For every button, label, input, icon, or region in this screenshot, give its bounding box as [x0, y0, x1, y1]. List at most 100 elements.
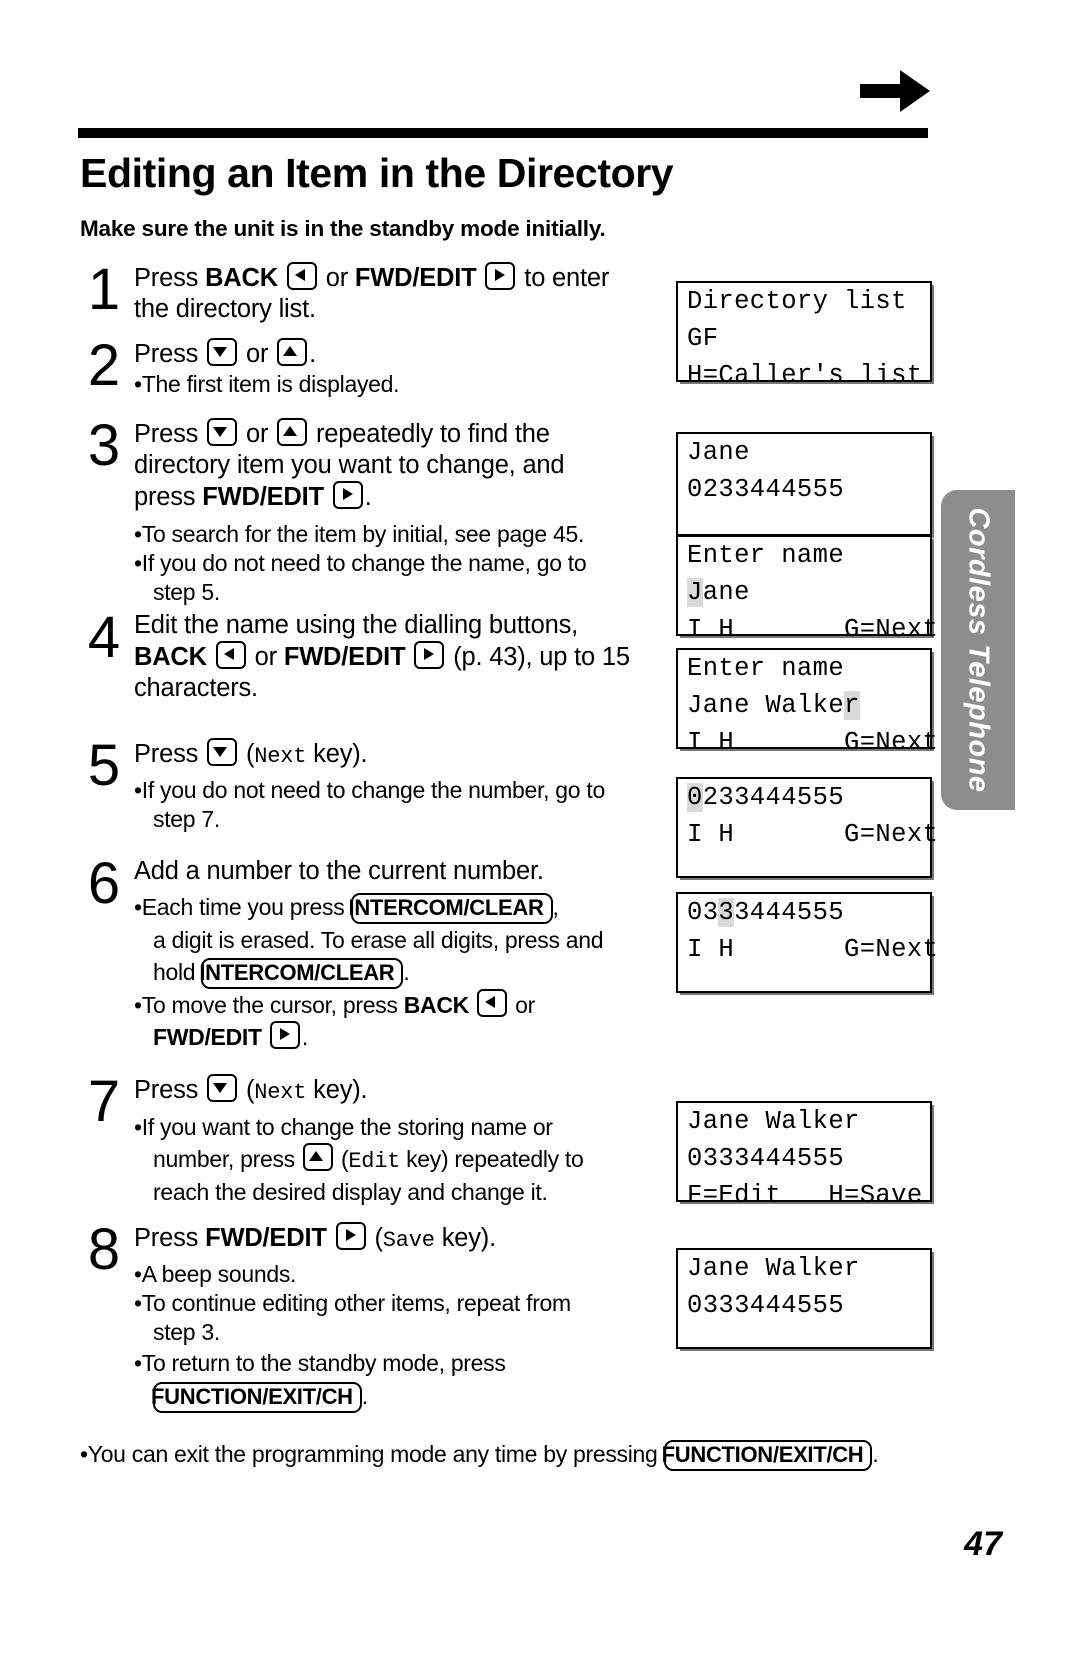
text: or [247, 643, 284, 671]
text: ( [239, 1076, 255, 1104]
cursor-char: 0 [687, 783, 703, 812]
text: A beep sounds. [141, 1261, 297, 1287]
step-1-line-1: Press BACK or FWD/EDIT to enter [134, 262, 668, 294]
lcd-row: I H G=Next [687, 820, 939, 849]
text: . [361, 1383, 368, 1409]
step-3-line-2: directory item you want to change, and [134, 451, 565, 479]
lcd-row-cursor: 0333444555 [678, 894, 930, 931]
step-6-number: 6 [87, 851, 121, 916]
lcd-display-6: 0333444555 I H G=Next [676, 892, 939, 993]
save-key-name: Save [382, 1228, 435, 1253]
cursor-char: r [844, 691, 860, 720]
side-tab-label: Cordless Telephone [962, 507, 995, 793]
step-4-line-1: Edit the name using the dialling buttons… [134, 611, 579, 639]
text: or [318, 264, 355, 292]
text: To return to the standby mode, press [141, 1350, 506, 1376]
steps-column: 1 Press BACK or FWD/EDIT to enter the di… [78, 260, 668, 1413]
text: a digit is erased. To erase all digits, … [153, 927, 604, 953]
back-key-label: BACK [134, 643, 207, 671]
function-exit-ch-key: FUNCTION/EXIT/CH [662, 1440, 873, 1471]
text: 233444555 [702, 783, 845, 812]
text: . [301, 1024, 308, 1050]
text: step 3. [153, 1319, 220, 1345]
lcd-display-3: Enter name Jane I H G=Next [676, 535, 938, 644]
text: or [239, 340, 276, 368]
step-7: 7 Press (Next key). •If you want to chan… [78, 1069, 668, 1222]
right-arrow-key-icon [332, 481, 363, 509]
step-7-number: 7 [87, 1069, 121, 1134]
step-8-bullet-2: •To continue editing other items, repeat… [134, 1290, 571, 1345]
step-2: 2 Press or . •The first item is displaye… [78, 333, 668, 418]
text: To continue editing other items, repeat … [141, 1290, 571, 1316]
fwd-edit-key-label: FWD/EDIT [354, 264, 477, 292]
lcd-row: 0333444555 [687, 1144, 845, 1173]
step-5: 5 Press (Next key). •If you do not need … [78, 736, 668, 856]
text: Jane Walke [687, 691, 845, 720]
step-5-line-1: Press (Next key). [134, 738, 668, 772]
lcd-display-7: Jane Walker 0333444555 F=Edit H=Save [676, 1101, 932, 1210]
step-3-number: 3 [87, 413, 121, 478]
text: Press [134, 740, 206, 768]
text: or [239, 420, 276, 448]
step-3-line-3: press FWD/EDIT . [134, 481, 668, 513]
back-key-label: BACK [205, 264, 278, 292]
step-6-bullet-2: •To move the cursor, press BACK or FWD/ED… [134, 989, 668, 1053]
step-6: 6 Add a number to the current number. •E… [78, 851, 668, 1074]
intercom-clear-key: INTERCOM/CLEAR [199, 958, 404, 989]
text: Press [134, 420, 206, 448]
text: . [403, 959, 410, 985]
step-4-line-2: BACK or FWD/EDIT (p. 43), up to 15 [134, 641, 668, 673]
up-arrow-key-icon [302, 1143, 333, 1171]
right-arrow-key-icon [414, 641, 445, 669]
lcd-row: GF [687, 324, 719, 353]
down-arrow-key-icon [207, 1074, 238, 1102]
side-tab: Cordless Telephone [941, 490, 1015, 810]
lcd-row: Jane Walker [687, 1107, 860, 1136]
text: . [364, 483, 372, 511]
step-8: 8 Press FWD/EDIT (Save key). •A beep sou… [78, 1217, 668, 1413]
lcd-row: Enter name [687, 654, 845, 683]
step-3-bullet-1: •To search for the item by initial, see … [134, 521, 585, 547]
text: You can exit the programming mode any ti… [87, 1441, 664, 1467]
fwd-edit-key-label: FWD/EDIT [153, 1024, 262, 1050]
lcd-row: 0233444555 [687, 475, 845, 504]
step-8-bullet-3: •To return to the standby mode, press FUN… [134, 1347, 668, 1413]
step-1: 1 Press BACK or FWD/EDIT to enter the di… [78, 260, 668, 338]
step-4: 4 Edit the name using the dialling butto… [78, 605, 668, 738]
text: ( [367, 1224, 383, 1252]
text: or [509, 992, 535, 1018]
text: Press [134, 1076, 206, 1104]
right-arrow-key-icon [485, 262, 516, 290]
down-arrow-key-icon [207, 418, 238, 446]
right-arrow-key-icon [335, 1222, 366, 1250]
text: ane [702, 578, 750, 607]
page-title: Editing an Item in the Directory [80, 150, 674, 196]
step-3-bullet-2: •If you do not need to change the name, … [134, 550, 587, 605]
step-7-bullet-1: •If you want to change the storing name … [134, 1114, 584, 1205]
lcd-row: I H G=Next [687, 935, 939, 964]
text: key). [306, 740, 368, 768]
fwd-edit-key-label: FWD/EDIT [283, 643, 406, 671]
lcd-row-cursor: 0233444555 [678, 779, 930, 816]
down-arrow-key-icon [207, 338, 238, 366]
right-arrow-key-icon [269, 1021, 300, 1049]
intercom-clear-key: INTERCOM/CLEAR [349, 893, 553, 924]
step-5-bullet-1: •If you do not need to change the number… [134, 777, 605, 832]
text: press [134, 483, 203, 511]
back-key-label: BACK [403, 992, 470, 1018]
page-number: 47 [964, 1525, 1002, 1563]
step-4-number: 4 [87, 605, 121, 670]
lcd-row: Jane Walker [687, 1254, 860, 1283]
text: key) repeatedly to [400, 1146, 584, 1172]
text: number, press [153, 1146, 301, 1172]
left-arrow-key-icon [477, 989, 508, 1017]
step-8-number: 8 [87, 1217, 121, 1282]
step-3: 3 Press or repeatedly to find the direct… [78, 413, 668, 610]
text: , [552, 894, 559, 920]
text: step 5. [153, 579, 220, 605]
text: key). [306, 1076, 368, 1104]
step-2-number: 2 [87, 333, 121, 398]
step-1-line-2: the directory list. [134, 295, 316, 323]
text: repeatedly to find the [309, 420, 550, 448]
lcd-display-4: Enter name Jane Walker I H G=Next [676, 648, 938, 757]
